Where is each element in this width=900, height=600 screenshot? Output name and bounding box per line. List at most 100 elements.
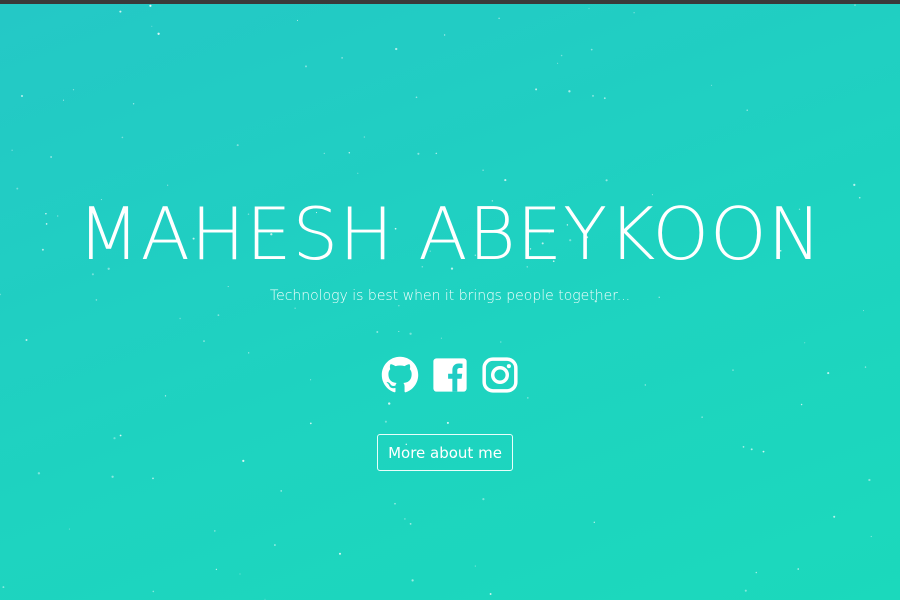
social-links [0,356,900,394]
facebook-link[interactable] [431,356,469,394]
star-dot [248,352,250,354]
star-dot [443,34,446,36]
star-dot [446,421,449,424]
star-dot [744,589,747,592]
star-dot [217,314,220,316]
star-dot [755,571,758,574]
star-dot [498,17,500,20]
star-dot [296,19,299,21]
star-dot [215,568,218,571]
star-dot [16,187,19,190]
star-dot [742,446,745,448]
hero-section: MAHESH ABEYKOON Technology is best when … [0,4,900,600]
star-dot [557,62,559,64]
star-dot [710,84,713,87]
star-dot [854,4,856,6]
star-dot [568,90,571,93]
instagram-link[interactable] [481,356,519,394]
star-dot [633,12,635,14]
star-dot [500,341,502,343]
star-dot [440,337,442,339]
star-dot [273,544,276,546]
star-dot [435,152,438,155]
star-dot [409,332,412,335]
star-dot [111,475,114,478]
star-dot [388,402,391,405]
star-dot [164,395,167,397]
github-link[interactable] [381,356,419,394]
star-dot [338,552,342,555]
star-dot [750,448,753,451]
star-dot [119,434,122,437]
star-dot [239,573,241,575]
hero-name: MAHESH ABEYKOON [77,192,823,276]
star-dot [411,579,414,582]
star-dot [870,535,872,538]
star-dot [535,88,538,91]
star-dot [398,330,400,333]
star-dot [236,144,239,147]
star-dot [179,317,181,320]
star-dot [37,472,41,475]
star-dot [167,184,169,186]
star-dot [800,403,803,406]
star-dot [415,96,418,99]
star-dot [593,521,595,523]
star-dot [294,307,296,309]
star-dot [489,593,492,595]
star-dot [72,89,75,91]
star-dot [213,530,216,532]
star-dot [11,149,13,151]
star-dot [762,450,765,453]
star-dot [305,65,307,68]
star-dot [151,25,153,27]
star-dot [149,4,152,7]
star-dot [203,340,205,343]
star-dot [309,422,312,425]
star-dot [853,183,856,187]
star-dot [341,57,343,59]
star-dot [862,310,865,312]
star-dot [348,152,351,154]
star-dot [560,54,563,57]
star-dot [357,172,359,174]
star-dot [113,437,116,440]
more-about-me-button[interactable]: More about me [377,434,513,471]
star-dot [25,339,28,341]
star-dot [242,459,245,462]
star-dot [482,498,485,501]
star-dot [384,420,387,423]
star-dot [68,528,70,530]
star-dot [280,490,283,492]
star-dot [62,99,65,101]
star-dot [590,48,593,51]
star-dot [797,568,799,570]
star-dot [417,152,420,155]
facebook-icon [433,358,467,392]
star-dot [50,156,52,158]
star-dot [482,169,484,172]
star-dot [504,179,507,182]
star-dot [157,32,160,35]
instagram-icon [482,357,518,393]
star-dot [376,331,379,333]
star-dot [701,416,703,418]
star-dot [121,136,124,139]
star-dot [409,522,412,525]
star-dot [363,136,366,138]
star-dot [804,342,806,344]
star-dot [746,109,748,112]
github-icon [381,356,419,393]
hero-tagline: Technology is best when it brings people… [269,288,631,304]
star-dot [833,515,836,518]
star-dot [603,97,606,100]
star-dot [588,8,590,10]
star-dot [119,10,122,13]
star-dot [132,103,135,105]
star-dot [152,477,154,480]
star-dot [526,397,529,399]
star-dot [394,502,396,505]
star-dot [474,565,476,567]
star-dot [323,152,325,155]
star-dot [395,47,398,51]
